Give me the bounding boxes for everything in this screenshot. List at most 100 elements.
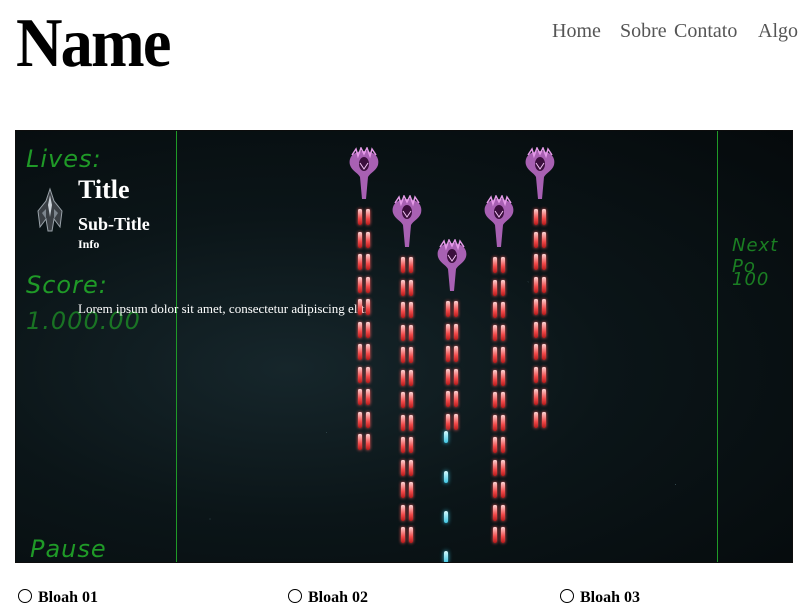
enemy-bullet — [409, 257, 413, 273]
enemy-bullet — [501, 437, 505, 453]
enemy-bullet — [401, 302, 405, 318]
smile-icon — [18, 589, 32, 603]
enemy-bullet — [366, 434, 370, 450]
enemy-bullet — [454, 346, 458, 362]
enemy-bullet — [501, 279, 505, 296]
enemy-bullet — [454, 368, 458, 385]
enemy-bullet — [501, 414, 505, 431]
enemy-bullet — [358, 321, 362, 338]
info-card: Title Sub-Title Info — [36, 175, 356, 251]
enemy-bullet — [401, 279, 405, 296]
enemy-bullet — [358, 366, 362, 383]
footer-item-3[interactable]: Bloah 03 — [560, 589, 640, 607]
enemy-bullet — [493, 504, 497, 521]
nav-contato-link[interactable]: Contato — [674, 20, 737, 43]
enemy-bullet — [501, 504, 505, 521]
enemy-bullet — [493, 257, 497, 273]
player-ship-icon — [37, 187, 63, 232]
nav-sobre-link[interactable]: Sobre — [620, 20, 667, 43]
enemy-bullet — [409, 504, 413, 521]
smile-icon — [560, 589, 574, 603]
alien-ship-icon — [437, 239, 467, 291]
enemy-bullet — [542, 411, 546, 428]
enemy-bullet — [409, 437, 413, 453]
enemy-bullet — [409, 347, 413, 363]
enemy-bullet — [493, 482, 497, 498]
enemy-bullet — [401, 347, 405, 363]
enemy-bullet — [358, 299, 362, 315]
enemy-bullet — [501, 302, 505, 318]
enemy-bullet — [493, 437, 497, 453]
enemy-bullet — [401, 504, 405, 521]
enemy-bullet — [542, 231, 546, 248]
main-nav: Home Sobre Contato Algo — [540, 20, 800, 50]
pause-button[interactable]: Pause — [30, 535, 107, 562]
enemy-bullet — [501, 527, 505, 543]
enemy-bullet — [409, 324, 413, 341]
card-title: Title — [78, 175, 130, 204]
enemy-bullet — [409, 459, 413, 476]
player-bullet — [444, 551, 448, 562]
alien-ship-icon — [392, 195, 422, 247]
enemy-bullet — [366, 276, 370, 293]
enemy-bullet — [542, 209, 546, 225]
enemy-bullet — [446, 301, 450, 317]
enemy-bullet — [542, 389, 546, 405]
next-points-value: 100 — [732, 269, 770, 290]
enemy-bullet — [366, 321, 370, 338]
footer-item-1[interactable]: Bloah 01 — [18, 589, 98, 607]
enemy-bullet — [454, 301, 458, 317]
enemy-bullet — [454, 391, 458, 407]
enemy-bullet — [358, 276, 362, 293]
enemy-bullet — [366, 389, 370, 405]
right-hud-divider — [717, 131, 718, 562]
enemy-bullet — [493, 369, 497, 386]
enemy-bullet — [534, 366, 538, 383]
enemy-bullet — [534, 276, 538, 293]
enemy-bullet — [542, 344, 546, 360]
enemy-bullet — [446, 368, 450, 385]
enemy-bullet — [493, 347, 497, 363]
enemy-bullet — [358, 231, 362, 248]
enemy-bullet — [446, 413, 450, 430]
enemy-bullet — [493, 279, 497, 296]
alien-ship-icon — [484, 195, 514, 247]
footer-item-2[interactable]: Bloah 02 — [288, 589, 368, 607]
enemy-bullet — [366, 299, 370, 315]
enemy-bullet — [501, 482, 505, 498]
enemy-bullet — [501, 392, 505, 408]
player-bullet — [444, 511, 448, 523]
nav-algo-link[interactable]: Algo — [758, 20, 798, 43]
enemy-bullet — [542, 321, 546, 338]
enemy-bullet — [534, 411, 538, 428]
enemy-bullet — [401, 392, 405, 408]
enemy-bullet — [493, 527, 497, 543]
enemy-bullet — [409, 392, 413, 408]
enemy-bullet — [401, 459, 405, 476]
enemy-bullet — [534, 254, 538, 270]
enemy-bullet — [493, 414, 497, 431]
enemy-bullet — [493, 459, 497, 476]
enemy-bullet — [501, 324, 505, 341]
card-description: Lorem ipsum dolor sit amet, consectetur … — [78, 301, 368, 316]
enemy-bullet — [401, 437, 405, 453]
enemy-bullet — [501, 459, 505, 476]
card-subtitle: Sub-Title — [78, 214, 150, 234]
enemy-bullet — [409, 302, 413, 318]
enemy-bullet — [534, 209, 538, 225]
enemy-bullet — [493, 392, 497, 408]
enemy-bullet — [366, 231, 370, 248]
enemy-bullet — [366, 254, 370, 270]
game-canvas[interactable]: Lives: Score: 1.000.00 Pause Next Po 100… — [15, 130, 793, 563]
enemy-bullet — [409, 414, 413, 431]
enemy-bullet — [501, 257, 505, 273]
card-info: Info — [78, 237, 100, 251]
enemy-bullet — [409, 369, 413, 386]
nav-home-link[interactable]: Home — [552, 20, 601, 43]
enemy-bullet — [401, 257, 405, 273]
enemy-bullet — [534, 231, 538, 248]
enemy-bullet — [409, 279, 413, 296]
enemy-bullet — [454, 413, 458, 430]
footer-item-label: Bloah 02 — [308, 589, 369, 606]
score-label: Score: — [26, 271, 108, 299]
